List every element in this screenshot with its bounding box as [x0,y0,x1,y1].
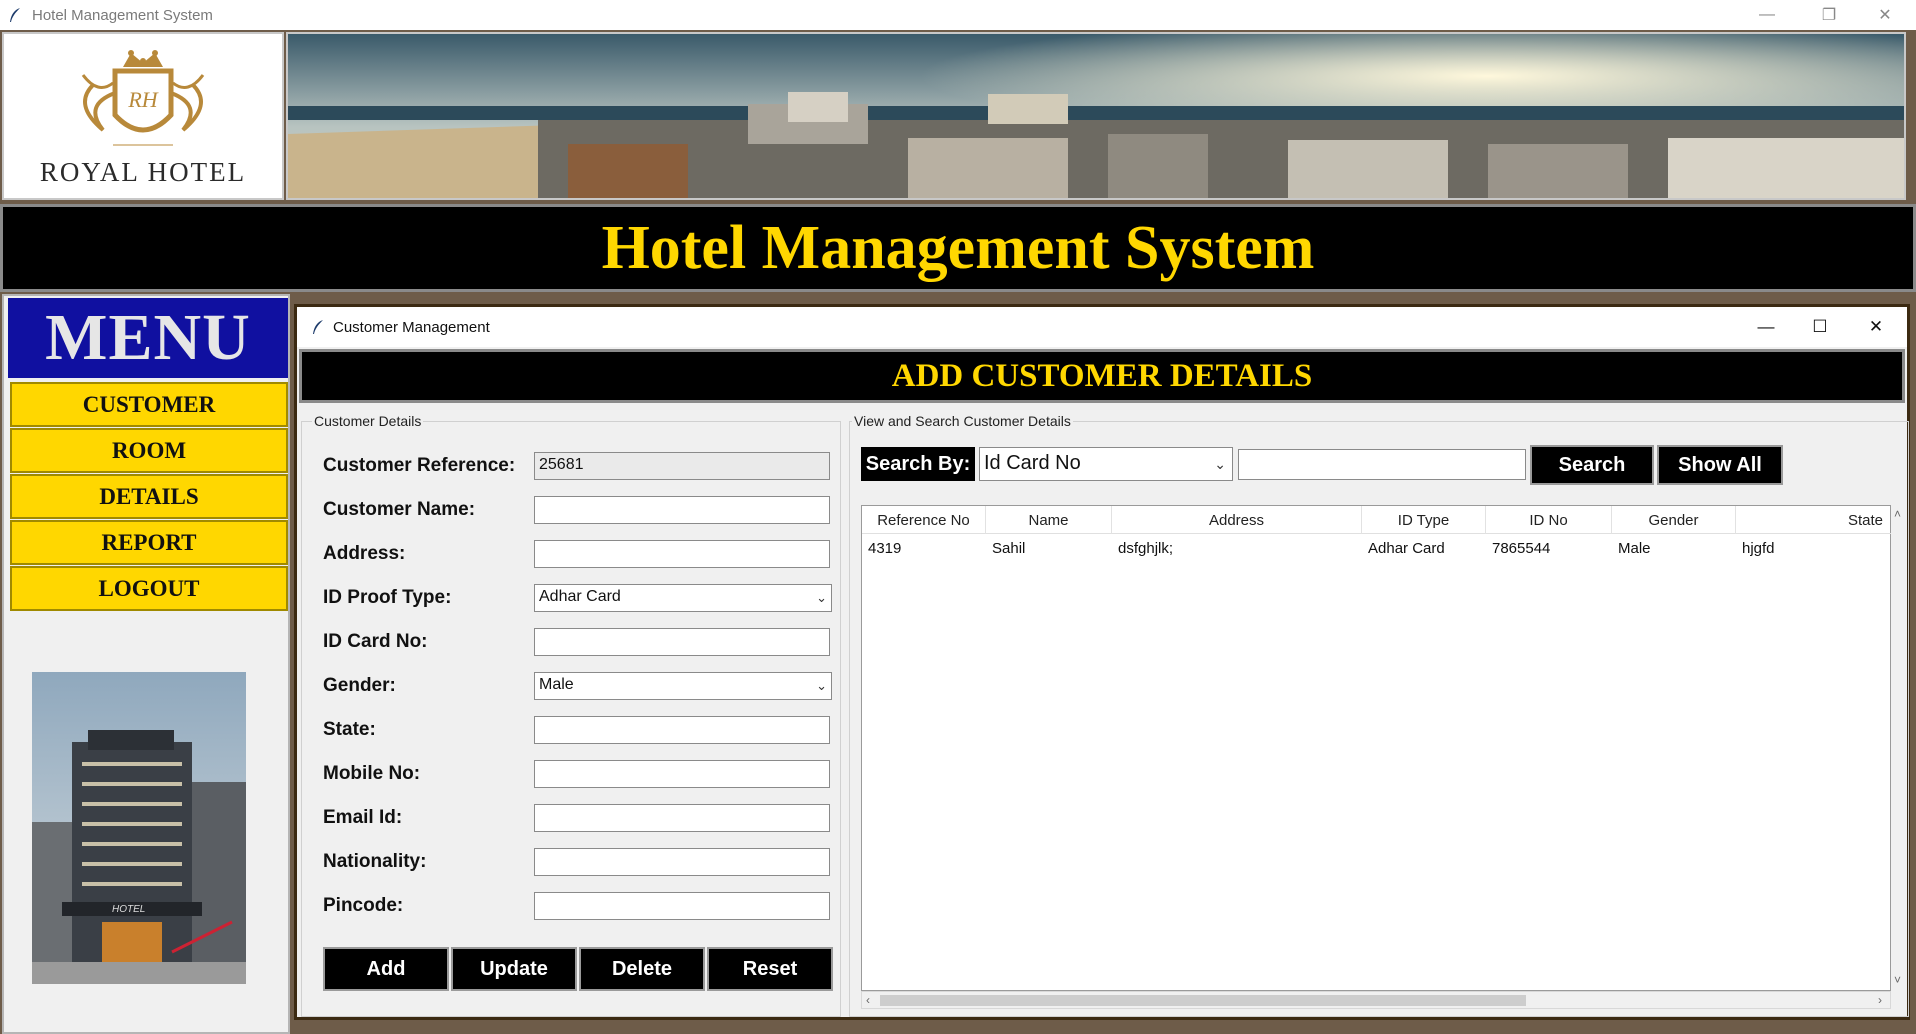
menu-logout-button[interactable]: LOGOUT [10,566,288,611]
city-beach-banner-image [286,32,1906,200]
column-header-id-type[interactable]: ID Type [1362,506,1486,534]
search-by-dropdown[interactable]: Id Card No ⌄ [979,447,1233,481]
close-button[interactable]: ✕ [1862,0,1908,30]
id-proof-type-value: Adhar Card [539,588,621,605]
cell-id-type: Adhar Card [1368,540,1445,557]
logo-text: ROYAL HOTEL [39,156,247,187]
gender-dropdown[interactable]: Male ⌄ [534,672,832,700]
customer-reference-label: Customer Reference: [323,455,516,476]
customer-details-label: Customer Details [312,413,424,429]
minimize-button[interactable]: — [1744,0,1790,30]
scroll-right-arrow-icon[interactable]: › [1878,993,1882,1007]
chevron-down-icon: ⌄ [816,590,827,605]
delete-button[interactable]: Delete [579,947,705,991]
scroll-down-arrow-icon[interactable]: ˅ [1894,973,1901,987]
scroll-up-arrow-icon[interactable]: ˄ [1894,507,1901,521]
column-header-id-no[interactable]: ID No [1486,506,1612,534]
cell-state: hjgfd [1742,540,1775,557]
nationality-field[interactable] [534,848,830,876]
menu-customer-button[interactable]: CUSTOMER [10,382,288,427]
id-proof-type-label: ID Proof Type: [323,587,452,608]
window-titlebar: Hotel Management System — ❐ ✕ [0,0,1916,30]
royal-hotel-logo: RH ROYAL HOTEL [2,32,284,200]
child-close-button[interactable]: ✕ [1847,307,1905,347]
customer-name-field[interactable] [534,496,830,524]
gender-label: Gender: [323,675,396,696]
hotel-building-image: HOTEL [32,672,246,984]
feather-icon [313,320,323,334]
update-button[interactable]: Update [451,947,577,991]
email-id-label: Email Id: [323,807,403,828]
column-header-address[interactable]: Address [1112,506,1362,534]
column-header-state[interactable]: State [1736,506,1892,534]
menu-details-button[interactable]: DETAILS [10,474,288,519]
child-maximize-button[interactable]: ☐ [1791,307,1849,347]
search-by-label: Search By: [861,447,975,481]
app-root: Hotel Management System — ❐ ✕ RH ROYAL H… [0,0,1916,1034]
menu-report-button[interactable]: REPORT [10,520,288,565]
feather-icon [10,8,20,22]
svg-text:RH: RH [127,87,158,112]
customer-management-window: Customer Management — ☐ ✕ ADD CUSTOMER D… [294,304,1910,1020]
pincode-field[interactable] [534,892,830,920]
reset-button[interactable]: Reset [707,947,833,991]
cell-name: Sahil [992,540,1026,557]
cell-address: dsfghjlk; [1118,540,1174,557]
child-titlebar: Customer Management — ☐ ✕ [297,307,1907,347]
column-header-name[interactable]: Name [986,506,1112,534]
scroll-left-arrow-icon[interactable]: ‹ [866,993,870,1007]
crown-crest-icon: RH [81,49,205,145]
child-window-title: Customer Management [333,318,490,336]
menu-room-button[interactable]: ROOM [10,428,288,473]
id-card-no-label: ID Card No: [323,631,428,652]
address-label: Address: [323,543,406,564]
column-header-reference-no[interactable]: Reference No [862,506,986,534]
child-minimize-button[interactable]: — [1737,307,1795,347]
menu-title: MENU [45,301,251,374]
column-header-gender[interactable]: Gender [1612,506,1736,534]
add-customer-heading-band: ADD CUSTOMER DETAILS [299,349,1905,403]
window-title: Hotel Management System [32,6,213,24]
show-all-button[interactable]: Show All [1657,445,1783,485]
gender-value: Male [539,676,574,693]
mobile-no-field[interactable] [534,760,830,788]
system-title-banner: Hotel Management System [0,204,1916,292]
cell-gender: Male [1618,540,1651,557]
email-id-field[interactable] [534,804,830,832]
cell-id-no: 7865544 [1492,540,1551,557]
mobile-no-label: Mobile No: [323,763,421,784]
chevron-down-icon: ⌄ [816,678,827,693]
id-card-no-field[interactable] [534,628,830,656]
horizontal-scrollbar[interactable]: ‹ › [861,991,1891,1009]
state-label: State: [323,719,376,740]
system-title: Hotel Management System [601,213,1315,282]
restore-button[interactable]: ❐ [1806,0,1852,30]
table-header: Reference No Name Address ID Type ID No … [862,506,1892,534]
hotel-sign: HOTEL [112,904,145,915]
horizontal-scroll-thumb[interactable] [880,995,1526,1006]
chevron-down-icon: ⌄ [1214,456,1226,472]
address-field[interactable] [534,540,830,568]
cell-reference-no: 4319 [868,540,902,557]
menu-panel: MENU CUSTOMER ROOM DETAILS REPORT LOGOUT [2,294,290,1034]
add-button[interactable]: Add [323,947,449,991]
view-search-label: View and Search Customer Details [852,413,1073,429]
add-customer-heading: ADD CUSTOMER DETAILS [891,357,1313,394]
customer-table[interactable]: Reference No Name Address ID Type ID No … [861,505,1892,991]
state-field[interactable] [534,716,830,744]
vertical-scrollbar[interactable]: ˄ ˅ [1891,505,1907,991]
pincode-label: Pincode: [323,895,404,916]
menu-heading: MENU [8,298,288,378]
search-input[interactable] [1238,449,1526,480]
customer-reference-field[interactable]: 25681 [534,452,830,480]
id-proof-type-dropdown[interactable]: Adhar Card ⌄ [534,584,832,612]
search-by-value: Id Card No [984,452,1081,474]
search-button[interactable]: Search [1530,445,1654,485]
nationality-label: Nationality: [323,851,427,872]
customer-name-label: Customer Name: [323,499,476,520]
